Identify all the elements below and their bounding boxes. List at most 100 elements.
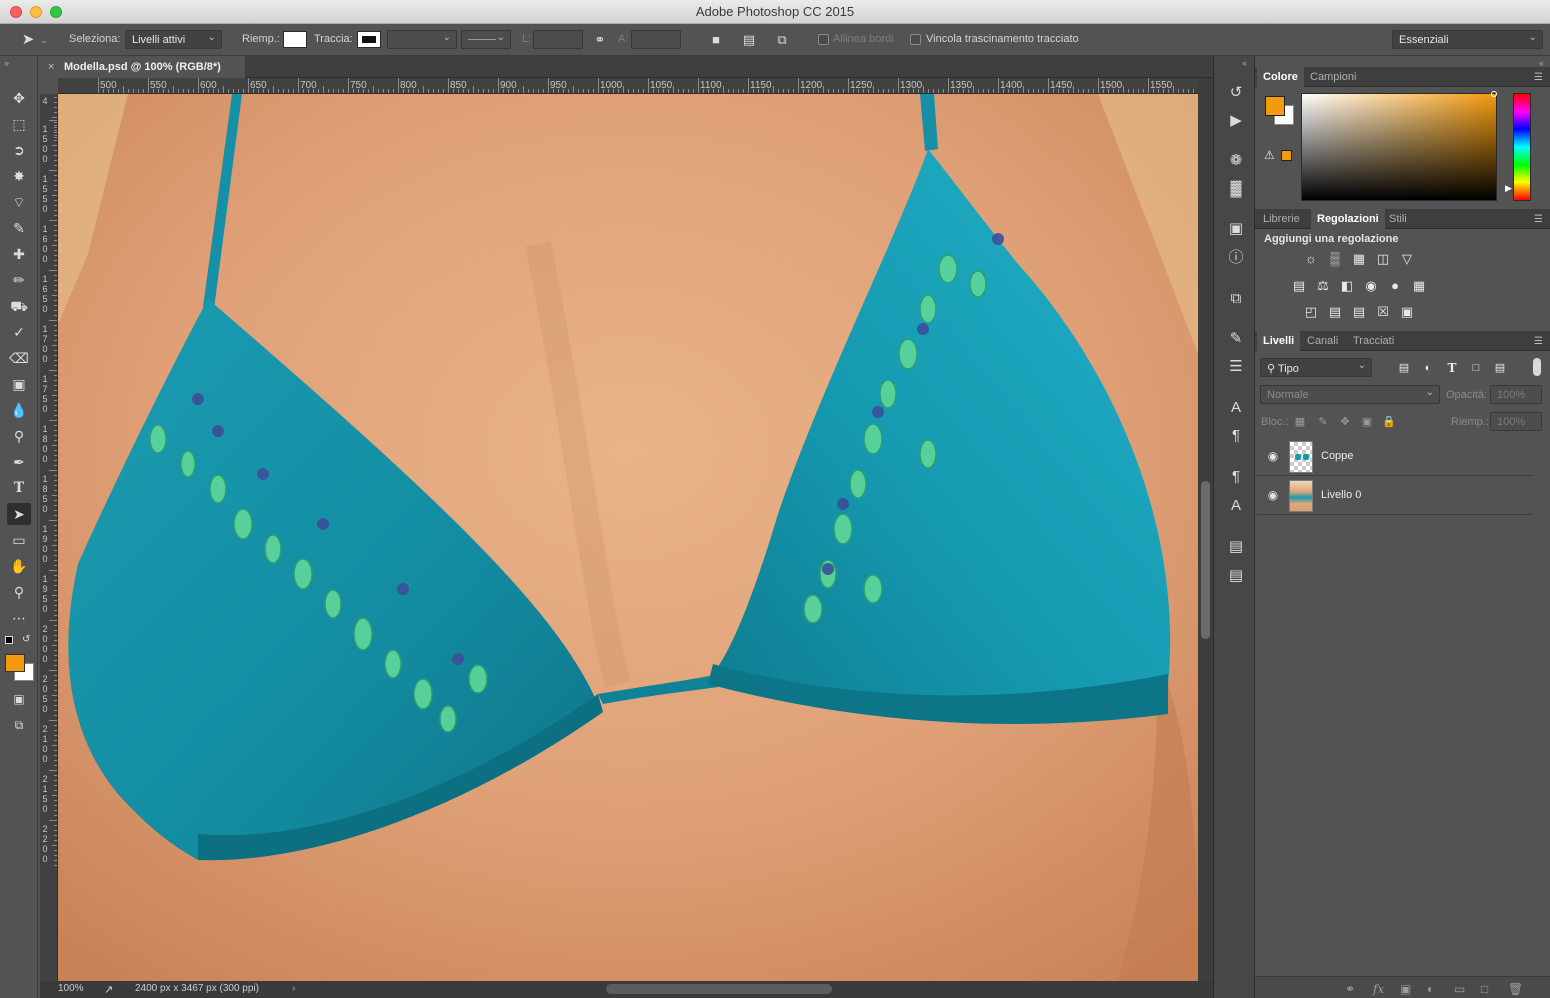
default-colors-icon[interactable] [5, 636, 13, 644]
hue-slider-handle-icon[interactable]: ▶ [1505, 183, 1512, 194]
zoom-tool-icon[interactable]: ⚲ [7, 581, 31, 603]
lock-all-icon[interactable]: 🔒 [1380, 413, 1398, 431]
path-operations-icon[interactable]: ■ [706, 30, 726, 50]
eyedropper-tool-icon[interactable]: ✎ [7, 217, 31, 239]
levels-icon[interactable]: ▒ [1326, 250, 1344, 268]
path-selection-tool-icon[interactable]: ➤ [7, 503, 31, 525]
lasso-tool-icon[interactable]: ➲ [7, 139, 31, 161]
eraser-tool-icon[interactable]: ⌫ [7, 347, 31, 369]
brush-panel-icon[interactable]: ✎ [1225, 328, 1247, 350]
document-tab[interactable]: × Modella.psd @ 100% (RGB/8*) [40, 56, 245, 78]
layer-row[interactable]: ◉ Livello 0 [1257, 477, 1533, 515]
blend-mode-dropdown[interactable]: Normale ⌄ [1260, 385, 1440, 404]
clone-source-panel-icon[interactable]: ⧉ [1225, 288, 1247, 310]
stroke-swatch[interactable] [357, 31, 381, 48]
eye-icon[interactable]: ◉ [1265, 449, 1281, 465]
history-panel-icon[interactable]: ↺ [1225, 82, 1247, 104]
filter-shape-icon[interactable]: □ [1467, 359, 1485, 377]
histogram-panel-icon[interactable]: ▓ [1225, 178, 1247, 200]
layer-comps-panel-icon[interactable]: ▤ [1225, 536, 1247, 558]
vincola-checkbox[interactable] [910, 34, 921, 45]
layer-filter-dropdown[interactable]: ⚲ Tipo ⌄ [1260, 358, 1372, 377]
hand-tool-icon[interactable]: ✋ [7, 555, 31, 577]
lock-artboard-icon[interactable]: ▣ [1358, 413, 1376, 431]
color-lookup-icon[interactable]: ▦ [1410, 277, 1428, 295]
color-balance-icon[interactable]: ⚖ [1314, 277, 1332, 295]
path-arrangement-icon[interactable]: ⧉ [772, 30, 792, 50]
path-alignment-icon[interactable]: ▤ [739, 30, 759, 50]
link-icon[interactable]: ⚭ [590, 30, 610, 50]
hue-slider[interactable] [1513, 93, 1531, 201]
foreground-color-swatch[interactable] [5, 654, 25, 672]
stroke-width-dropdown[interactable]: ⌄ [387, 30, 457, 49]
pen-tool-icon[interactable]: ✒ [7, 451, 31, 473]
tab-livelli[interactable]: Livelli [1257, 331, 1301, 351]
posterize-icon[interactable]: ▤ [1326, 303, 1344, 321]
healing-brush-tool-icon[interactable]: ✚ [7, 243, 31, 265]
new-adjustment-icon[interactable]: ◐ [1427, 982, 1434, 996]
tab-stili[interactable]: Stili [1383, 209, 1413, 229]
lock-position-icon[interactable]: ✥ [1336, 413, 1354, 431]
horizontal-scroll-thumb[interactable] [606, 984, 832, 994]
crop-tool-icon[interactable]: ⌔ [7, 191, 31, 213]
channel-mixer-icon[interactable]: ● [1386, 277, 1404, 295]
blur-tool-icon[interactable]: 💧 [7, 399, 31, 421]
filter-toggle[interactable] [1533, 358, 1541, 376]
marquee-tool-icon[interactable]: ⬚ [7, 113, 31, 135]
more-tools-icon[interactable]: ⋯ [7, 607, 31, 629]
type-tool-icon[interactable]: T [7, 477, 31, 499]
gamut-warning-icon[interactable]: ⚠ [1264, 148, 1275, 162]
document-canvas[interactable] [58, 94, 1198, 981]
vertical-scroll-thumb[interactable] [1201, 481, 1210, 639]
close-tab-icon[interactable]: × [48, 56, 54, 78]
fill-field[interactable]: 100% [1490, 412, 1542, 431]
navigator-panel-icon[interactable]: ❁ [1225, 150, 1247, 172]
eye-icon[interactable]: ◉ [1265, 488, 1281, 504]
tab-colore[interactable]: Colore [1257, 67, 1304, 87]
delete-layer-icon[interactable]: 🗑 [1508, 982, 1523, 996]
tab-canali[interactable]: Canali [1301, 331, 1344, 351]
filter-adjustment-icon[interactable]: ◐ [1419, 359, 1437, 377]
brush-tool-icon[interactable]: ✏ [7, 269, 31, 291]
gradient-map-icon[interactable]: ▣ [1398, 303, 1416, 321]
panel-menu-icon[interactable]: ☰ [1534, 336, 1543, 347]
color-fg-swatch[interactable] [1265, 96, 1285, 116]
path-selection-tool-icon[interactable]: ➤ [18, 30, 38, 50]
new-group-icon[interactable]: ▭ [1454, 982, 1465, 996]
actions-panel-icon[interactable]: ▶ [1225, 110, 1247, 132]
info-panel-icon[interactable]: ⓘ [1225, 247, 1247, 269]
lock-transparent-icon[interactable]: ▦ [1291, 413, 1309, 431]
selective-color-icon[interactable]: ☒ [1374, 303, 1392, 321]
lock-pixels-icon[interactable]: ✎ [1314, 413, 1332, 431]
workspace-dropdown[interactable]: Essenziali ⌄ [1392, 30, 1543, 49]
notes-panel-icon[interactable]: ▤ [1225, 565, 1247, 587]
move-tool-icon[interactable]: ✥ [7, 87, 31, 109]
chevron-right-icon[interactable]: › [292, 983, 295, 994]
curves-icon[interactable]: ▦ [1350, 250, 1368, 268]
tab-regolazioni[interactable]: Regolazioni [1311, 209, 1385, 229]
link-layers-icon[interactable]: ⚭ [1345, 982, 1355, 996]
share-icon[interactable]: ↗ [104, 983, 113, 996]
zoom-level[interactable]: 100% [58, 983, 84, 994]
opacity-field[interactable]: 100% [1490, 385, 1542, 404]
tool-preset-chevron-icon[interactable]: ⌄ [38, 30, 50, 50]
quick-selection-tool-icon[interactable]: ✸ [7, 165, 31, 187]
character-panel-icon[interactable]: A [1225, 397, 1247, 419]
seleziona-dropdown[interactable]: Livelli attivi ⌄ [125, 30, 222, 49]
dodge-tool-icon[interactable]: ⚲ [7, 425, 31, 447]
black-white-icon[interactable]: ◧ [1338, 277, 1356, 295]
color-field[interactable] [1301, 93, 1497, 201]
panel-menu-icon[interactable]: ☰ [1534, 72, 1543, 83]
threshold-icon[interactable]: ▤ [1350, 303, 1368, 321]
gradient-tool-icon[interactable]: ▣ [7, 373, 31, 395]
exposure-icon[interactable]: ◫ [1374, 250, 1392, 268]
filter-type-icon[interactable]: T [1443, 359, 1461, 377]
quick-mask-icon[interactable]: ▣ [7, 688, 31, 710]
allinea-checkbox[interactable] [818, 34, 829, 45]
photo-filter-icon[interactable]: ◉ [1362, 277, 1380, 295]
tab-librerie[interactable]: Librerie [1257, 209, 1306, 229]
paragraph-panel-icon[interactable]: ¶ [1225, 425, 1247, 447]
history-brush-tool-icon[interactable]: ✓ [7, 321, 31, 343]
paragraph-styles-panel-icon[interactable]: ¶ [1225, 466, 1247, 488]
screen-mode-icon[interactable]: ⧉ [7, 714, 31, 736]
